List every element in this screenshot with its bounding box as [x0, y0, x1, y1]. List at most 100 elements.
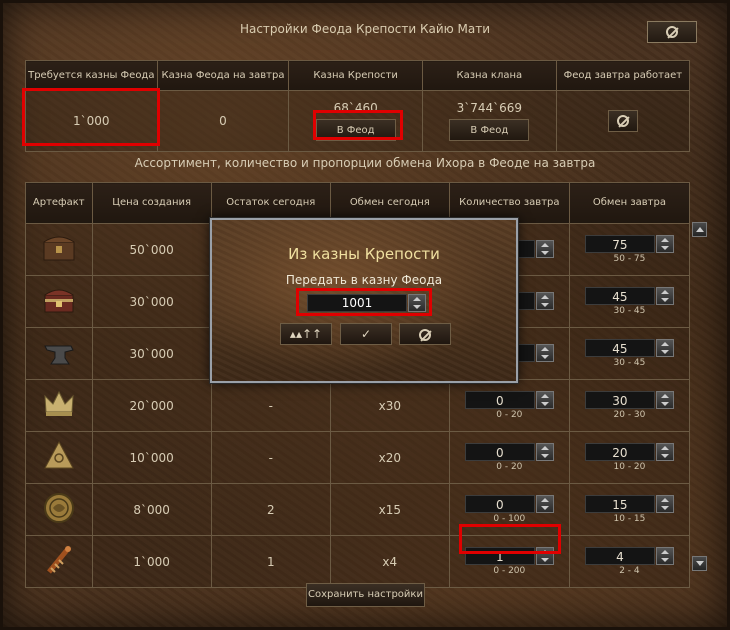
exch-stepper[interactable]: 30: [584, 391, 674, 409]
close-button[interactable]: [647, 21, 697, 43]
qty-stepper[interactable]: 0: [464, 391, 554, 409]
qty-arrows[interactable]: [535, 292, 554, 310]
exch-tomorrow-cell: 30 20 - 30: [568, 379, 691, 432]
wand-icon: [46, 546, 71, 574]
header-fortress-treasury: Казна Крепости: [288, 60, 423, 91]
exch-stepper[interactable]: 45: [584, 339, 674, 357]
exch-arrows[interactable]: [655, 443, 674, 461]
price-cell: 10`000: [91, 431, 212, 484]
exch-range: 30 - 45: [613, 306, 646, 316]
transfer-amount-input[interactable]: 1001: [307, 294, 407, 312]
qty-range: 0 - 20: [496, 462, 523, 472]
qty-input[interactable]: 0: [464, 391, 535, 409]
qty-range: 0 - 200: [493, 566, 526, 576]
exch-arrows[interactable]: [655, 495, 674, 513]
table-row: 20`000 - x30 00 - 20 30 20 - 30: [25, 379, 691, 432]
exch-range: 10 - 15: [613, 514, 646, 524]
price-cell: 1`000: [91, 535, 212, 588]
exch-range: 20 - 30: [613, 410, 646, 420]
qty-range: 0 - 20: [496, 410, 523, 420]
exchange-today-cell: x15: [329, 483, 450, 536]
header-required-treasury: Требуется казны Феода: [25, 60, 158, 91]
price-cell: 30`000: [91, 327, 212, 380]
price-cell: 50`000: [91, 223, 212, 276]
qty-arrows[interactable]: [535, 344, 554, 362]
exch-input[interactable]: 30: [584, 391, 655, 409]
exch-input[interactable]: 20: [584, 443, 655, 461]
table-row: 8`000 2 x15 00 - 100 15 10 - 15: [25, 483, 691, 536]
exch-arrows[interactable]: [655, 391, 674, 409]
qty-arrows[interactable]: [535, 240, 554, 258]
exchange-today-cell: x4: [329, 535, 450, 588]
treasure-chest-icon: [44, 289, 74, 313]
exch-range: 2 - 4: [619, 566, 640, 576]
exch-arrows[interactable]: [655, 287, 674, 305]
max-amount-button[interactable]: ▴▴↑↑: [280, 323, 332, 345]
qty-stepper[interactable]: 0: [464, 443, 554, 461]
exch-tomorrow-cell: 42 - 4: [568, 535, 691, 588]
exch-stepper[interactable]: 45: [584, 287, 674, 305]
confirm-button[interactable]: ✓: [340, 323, 392, 345]
feod-works-toggle[interactable]: [607, 110, 638, 132]
qty-range: 0 - 100: [493, 514, 526, 524]
qty-stepper[interactable]: 1: [464, 547, 554, 565]
exch-input[interactable]: 75: [584, 235, 655, 253]
header-exchange-tomorrow: Обмен завтра: [568, 182, 691, 224]
header-artifact: Артефакт: [25, 182, 93, 224]
assortment-subtitle: Ассортимент, количество и пропорции обме…: [134, 156, 596, 170]
fortress-treasury-cell: 68`460 В Феод: [288, 90, 423, 152]
cancel-icon: [419, 328, 431, 341]
exch-arrows[interactable]: [655, 339, 674, 357]
scroll-down-button[interactable]: [692, 556, 707, 571]
left-today-cell: 1: [210, 535, 331, 588]
cancel-icon: [616, 115, 629, 127]
qty-arrows[interactable]: [535, 495, 554, 513]
qty-stepper[interactable]: 0: [464, 495, 554, 513]
header-feod-works: Феод завтра работает: [555, 60, 691, 91]
exch-stepper[interactable]: 75: [584, 235, 674, 253]
price-cell: 8`000: [91, 483, 212, 536]
qty-arrows[interactable]: [535, 391, 554, 409]
window-title: Настройки Феода Крепости Кайю Мати: [239, 22, 491, 36]
qty-arrows[interactable]: [535, 443, 554, 461]
required-treasury-value: 1`000: [25, 90, 158, 152]
qty-input[interactable]: 0: [464, 443, 535, 461]
save-settings-button[interactable]: Сохранить настройки: [306, 583, 425, 607]
exch-input[interactable]: 4: [584, 547, 655, 565]
header-clan-treasury: Казна клана: [422, 60, 557, 91]
header-tomorrow-treasury: Казна Феода на завтра: [156, 60, 290, 91]
clan-treasury-cell: 3`744`669 В Феод: [422, 90, 557, 152]
exch-tomorrow-cell: 15 10 - 15: [568, 483, 691, 536]
clan-to-feod-button[interactable]: В Феод: [449, 119, 530, 141]
exch-arrows[interactable]: [655, 235, 674, 253]
exch-arrows[interactable]: [655, 547, 674, 565]
qty-input[interactable]: 1: [464, 547, 535, 565]
exch-stepper[interactable]: 20: [584, 443, 674, 461]
left-today-cell: -: [210, 379, 331, 432]
summary-table: Требуется казны Феода Казна Феода на зав…: [25, 60, 691, 152]
qty-arrows[interactable]: [535, 547, 554, 565]
exchange-today-cell: x20: [329, 431, 450, 484]
clan-treasury-value: 3`744`669: [456, 101, 523, 115]
fortress-treasury-value: 68`460: [333, 101, 378, 115]
exch-input[interactable]: 45: [584, 339, 655, 357]
qty-tomorrow-cell: 00 - 20: [448, 379, 570, 432]
cancel-button[interactable]: [399, 323, 451, 345]
qty-tomorrow-cell: 00 - 20: [448, 431, 570, 484]
exch-stepper[interactable]: 4: [584, 547, 674, 565]
exch-input[interactable]: 45: [584, 287, 655, 305]
qty-input[interactable]: 0: [464, 495, 535, 513]
exch-tomorrow-cell: 45 30 - 45: [568, 327, 691, 380]
exchange-today-cell: x30: [329, 379, 450, 432]
exch-tomorrow-cell: 45 30 - 45: [568, 275, 691, 328]
left-today-cell: 2: [210, 483, 331, 536]
fortress-to-feod-button[interactable]: В Феод: [315, 119, 396, 141]
exch-stepper[interactable]: 15: [584, 495, 674, 513]
scroll-up-button[interactable]: [692, 222, 707, 237]
header-price: Цена создания: [91, 182, 212, 224]
crown-icon: [44, 390, 74, 416]
transfer-amount-arrows[interactable]: [408, 294, 426, 312]
exch-input[interactable]: 15: [584, 495, 655, 513]
exch-tomorrow-cell: 20 10 - 20: [568, 431, 691, 484]
left-today-cell: -: [210, 431, 331, 484]
